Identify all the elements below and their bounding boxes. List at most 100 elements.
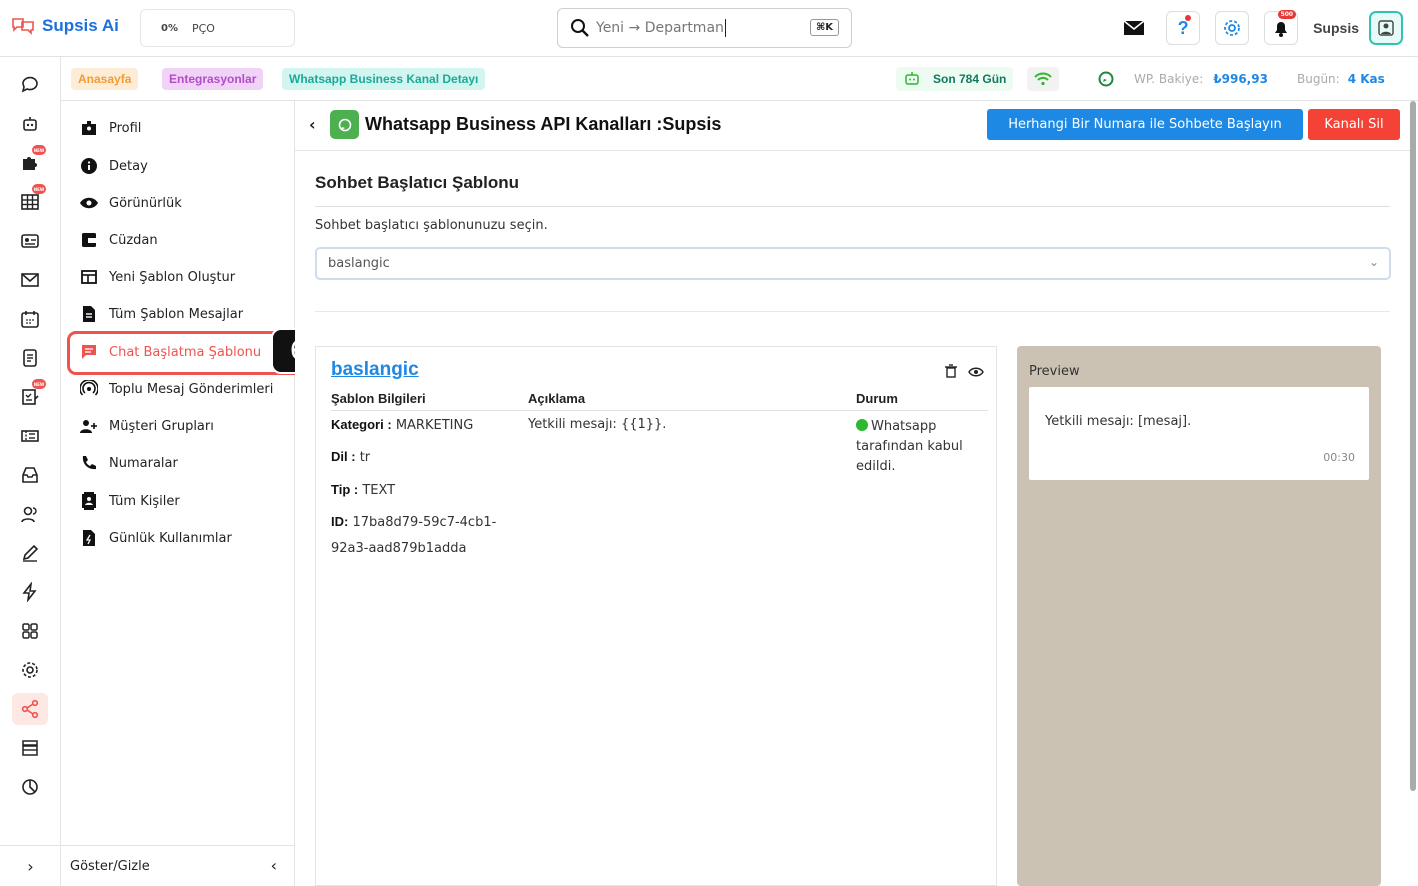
notifications-button[interactable]: 500 — [1264, 10, 1299, 45]
section-title: Sohbet Başlatıcı Şablonu — [315, 173, 520, 192]
profile-icon — [79, 118, 99, 138]
contacts-icon — [79, 491, 99, 511]
rail-settings[interactable] — [12, 654, 48, 686]
notification-count: 500 — [1277, 10, 1297, 19]
rail-id-card[interactable] — [12, 225, 48, 257]
icon-rail: NEW NEW NEW › — [0, 57, 61, 886]
text-caret — [724, 19, 726, 37]
sidebar-item-bulk-messages[interactable]: Toplu Mesaj Gönderimleri — [79, 374, 273, 404]
rail-table[interactable]: NEW — [12, 184, 48, 218]
breadcrumb-home[interactable]: Anasayfa — [71, 68, 139, 90]
settings-button[interactable] — [1215, 11, 1250, 45]
broadcast-icon — [79, 379, 99, 399]
back-button[interactable]: ‹ — [309, 115, 316, 134]
divider — [315, 311, 1390, 312]
rail-checklist[interactable]: NEW — [12, 379, 48, 413]
search-text: Yeni → Departman — [596, 20, 724, 36]
status-dot-icon — [856, 419, 868, 431]
checklist-icon — [22, 389, 39, 405]
share-icon — [21, 699, 39, 719]
rail-chat[interactable] — [12, 69, 48, 101]
rail-tickets[interactable] — [12, 420, 48, 452]
sidebar-item-daily-usage[interactable]: Günlük Kullanımlar — [79, 523, 232, 553]
wp-balance: WP. Bakiye: ₺996,93 — [1127, 67, 1275, 91]
column-header-description: Açıklama — [528, 391, 586, 406]
avatar[interactable] — [1369, 11, 1403, 45]
sidebar-item-label: Yeni Şablon Oluştur — [109, 269, 236, 285]
days-label: Son 784 Gün — [933, 72, 1007, 86]
sidebar-item-wallet[interactable]: Cüzdan — [79, 225, 158, 255]
bot-icon — [23, 117, 37, 131]
divider — [331, 410, 988, 411]
sidebar-item-label: Detay — [109, 158, 148, 174]
search-shortcut: ⌘K — [809, 19, 839, 36]
delete-channel-button[interactable]: Kanalı Sil — [1308, 109, 1400, 140]
sidebar-item-customer-groups[interactable]: Müşteri Grupları — [79, 411, 214, 441]
sidebar-item-visibility[interactable]: Görünürlük — [79, 188, 182, 218]
rail-apps[interactable] — [12, 615, 48, 647]
rail-puzzle[interactable]: NEW — [12, 145, 48, 179]
rail-bot[interactable] — [12, 108, 48, 140]
rail-expand-button[interactable]: › — [0, 845, 61, 886]
rail-mail[interactable] — [12, 264, 48, 296]
top-bar: Supsis Ai 0% PÇO Yeni → Departman ⌘K ? 5… — [0, 0, 1418, 57]
help-button[interactable]: ? — [1166, 11, 1201, 45]
sidebar-item-numbers[interactable]: Numaralar — [79, 448, 178, 478]
pco-indicator[interactable]: 0% PÇO — [140, 9, 295, 47]
gear-icon — [1224, 20, 1240, 36]
chevron-left-icon: ‹ — [309, 115, 316, 134]
select-label: Sohbet başlatıcı şablonunuzu seçin. — [315, 218, 548, 233]
template-select[interactable]: baslangic ⌄ — [315, 247, 1391, 280]
sidebar-item-new-template[interactable]: Yeni Şablon Oluştur — [79, 262, 235, 292]
sidebar-item-detail[interactable]: Detay — [79, 151, 148, 181]
sidebar-item-all-templates[interactable]: Tüm Şablon Mesajlar — [79, 299, 243, 329]
template-name-link[interactable]: baslangic — [331, 359, 419, 381]
sidebar-item-label: Tüm Şablon Mesajlar — [109, 306, 244, 322]
rail-users[interactable] — [12, 498, 48, 530]
sidebar-item-all-contacts[interactable]: Tüm Kişiler — [79, 486, 180, 516]
page-scrollbar[interactable] — [1410, 101, 1416, 886]
group-add-icon — [79, 416, 99, 436]
rail-calendar[interactable] — [12, 303, 48, 335]
trash-icon[interactable] — [944, 363, 958, 382]
sidebar-item-label: Görünürlük — [109, 195, 182, 211]
sidebar-item-profile[interactable]: Profil — [79, 113, 141, 143]
rail-edit[interactable] — [12, 537, 48, 569]
mail-button[interactable] — [1117, 11, 1151, 45]
whatsapp-icon — [1098, 71, 1114, 87]
page-title: Whatsapp Business API Kanalları :Supsis — [365, 114, 722, 134]
calendar-icon — [21, 311, 39, 328]
template-id: ID: 17ba8d79-59c7-4cb1- — [331, 514, 497, 530]
inbox-icon — [22, 467, 38, 483]
app-logo[interactable]: Supsis Ai — [10, 16, 119, 36]
table-icon — [21, 194, 39, 210]
rail-store[interactable] — [12, 732, 48, 764]
wifi-icon — [1034, 72, 1052, 86]
breadcrumb: Anasayfa Entegrasyonlar Whatsapp Busines… — [61, 57, 1418, 101]
rail-lightning[interactable] — [12, 576, 48, 608]
rail-reports[interactable] — [12, 771, 48, 803]
wp-balance-label: WP. Bakiye: — [1134, 72, 1204, 86]
rail-inbox[interactable] — [12, 459, 48, 491]
whatsapp-status — [1091, 67, 1121, 91]
search-icon — [571, 19, 589, 37]
breadcrumb-integrations[interactable]: Entegrasyonlar — [162, 68, 264, 90]
days-stat: Son 784 Gün — [896, 67, 1014, 91]
chevron-down-icon: ⌄ — [1368, 255, 1379, 269]
preview-message-bubble: Yetkili mesajı: [mesaj]. 00:30 — [1029, 387, 1369, 480]
rail-integrations[interactable] — [12, 693, 48, 725]
breadcrumb-whatsapp-detail[interactable]: Whatsapp Business Kanal Detayı — [282, 68, 486, 90]
template-language: Dil : tr — [331, 449, 371, 465]
eye-icon[interactable] — [968, 363, 984, 382]
start-chat-button[interactable]: Herhangi Bir Numara ile Sohbete Başlayın — [987, 109, 1303, 140]
wallet-icon — [79, 230, 99, 250]
store-icon — [22, 740, 38, 756]
today-date: Bugün: 4 Kas — [1290, 67, 1392, 91]
rail-notes[interactable] — [12, 342, 48, 374]
search-input[interactable]: Yeni → Departman ⌘K — [557, 8, 852, 48]
phone-icon — [79, 453, 99, 473]
template-status: Whatsapp tarafından kabul edildi. — [856, 419, 963, 474]
preview-panel: Preview Yetkili mesajı: [mesaj]. 00:30 — [1017, 346, 1381, 886]
whatsapp-logo-icon — [330, 110, 359, 139]
sidebar-toggle[interactable]: Göster/Gizle ‹ — [61, 845, 295, 886]
